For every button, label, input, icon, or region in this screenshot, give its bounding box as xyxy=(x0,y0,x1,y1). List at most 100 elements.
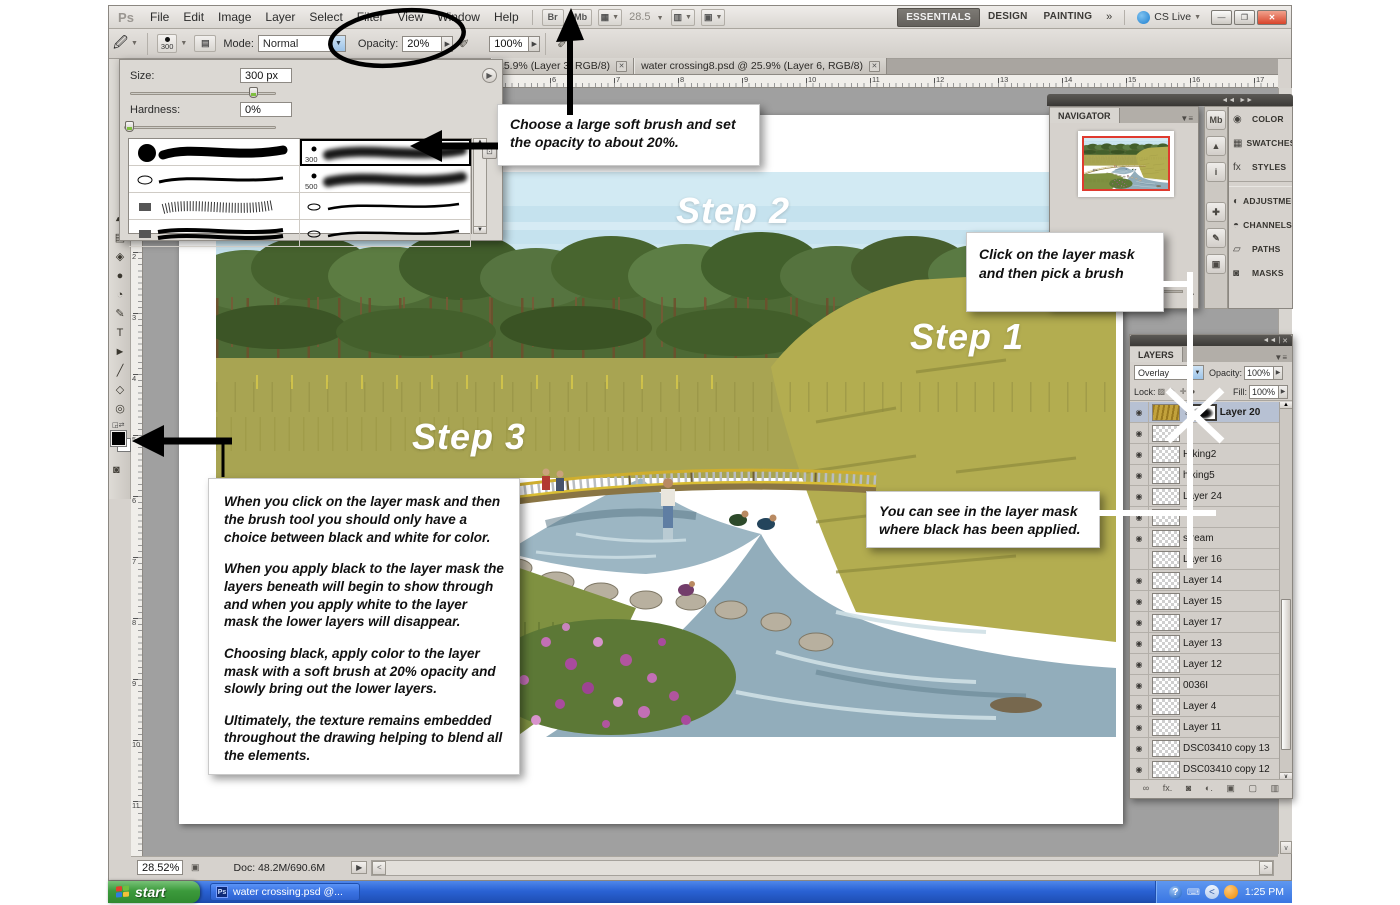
type-tool[interactable]: T xyxy=(109,323,131,342)
layer-name[interactable]: Layer 14 xyxy=(1183,575,1222,586)
hardness-slider[interactable] xyxy=(124,126,276,129)
menu-filter[interactable]: Filter xyxy=(350,7,391,27)
visibility-toggle[interactable]: ◉ xyxy=(1130,444,1149,464)
minimize-button[interactable]: — xyxy=(1211,10,1232,25)
brush-preset[interactable] xyxy=(300,193,471,220)
hardness-slider-thumb[interactable] xyxy=(125,121,134,132)
info-icon[interactable]: i xyxy=(1206,162,1226,182)
lock-all-icon[interactable]: ● xyxy=(1190,387,1195,396)
brush-preset[interactable] xyxy=(129,139,300,166)
panel-menu-icon[interactable]: ▼≡ xyxy=(1175,114,1198,123)
zoom-level-control[interactable]: 28.5 ▼ xyxy=(629,11,663,23)
layer-thumbnail[interactable] xyxy=(1152,719,1180,736)
layer-thumbnail[interactable] xyxy=(1152,572,1180,589)
visibility-toggle[interactable]: ◉ xyxy=(1130,654,1149,674)
layer-row[interactable]: ◉0036I xyxy=(1130,675,1279,696)
dodge-tool[interactable]: ◔ xyxy=(109,285,131,304)
bridge-button[interactable]: Br xyxy=(542,9,564,26)
layer-thumbnail[interactable] xyxy=(1152,446,1180,463)
layer-row[interactable]: ◉stream xyxy=(1130,528,1279,549)
layer-thumbnail[interactable] xyxy=(1152,509,1180,526)
flow-field[interactable]: 100% xyxy=(489,36,529,52)
workspace-essentials[interactable]: ESSENTIALS xyxy=(897,8,980,27)
layer-thumbnail[interactable] xyxy=(1152,635,1180,652)
tool-presets-icon[interactable]: ✚ xyxy=(1206,202,1226,222)
layer-name[interactable]: Layer 20 xyxy=(1220,407,1261,418)
layer-thumbnail[interactable] xyxy=(1152,404,1180,421)
dock-panel-swatches[interactable]: ▦SWATCHES xyxy=(1229,131,1292,155)
menu-help[interactable]: Help xyxy=(487,7,526,27)
hardness-field[interactable]: 0% xyxy=(240,102,292,117)
taskbar-item-photoshop[interactable]: Ps water crossing.psd @... xyxy=(210,883,360,901)
visibility-toggle[interactable] xyxy=(1130,549,1149,569)
flow-spinner[interactable]: ▶ xyxy=(529,36,540,52)
workspace-design[interactable]: DESIGN xyxy=(980,8,1036,27)
document-tab[interactable]: 25.9% (Layer 3, RGB/8)✕ xyxy=(491,58,634,74)
view-extras-button[interactable]: ▦▼ xyxy=(598,9,622,26)
workspace-more-button[interactable]: » xyxy=(1100,11,1118,23)
brush-presets-icon[interactable]: ✎ xyxy=(1206,228,1226,248)
scroll-down-arrow[interactable]: ▼ xyxy=(474,226,486,233)
size-slider-thumb[interactable] xyxy=(249,87,258,98)
layer-row[interactable]: ◉ Layer 24 xyxy=(1130,486,1279,507)
scroll-down-arrow[interactable]: ∨ xyxy=(1280,841,1292,854)
dock-panel-paths[interactable]: ▱PATHS xyxy=(1229,237,1292,261)
layer-name[interactable]: Layer 12 xyxy=(1183,659,1222,670)
layer-row[interactable]: ◉∞Layer 20 xyxy=(1130,402,1279,423)
brush-preset[interactable]: 300 xyxy=(300,139,471,166)
layer-row[interactable]: ◉DSC03410 copy 13 xyxy=(1130,738,1279,759)
brush-tool-icon[interactable]: 🖉 xyxy=(113,32,128,56)
layer-name[interactable]: Layer 16 xyxy=(1183,554,1222,565)
panel-menu-icon[interactable]: ▼≡ xyxy=(1269,353,1292,362)
visibility-toggle[interactable]: ◉ xyxy=(1130,633,1149,653)
layer-row[interactable]: ◉Layer 17 xyxy=(1130,612,1279,633)
layer-thumbnail[interactable] xyxy=(1152,530,1180,547)
layer-name[interactable]: Layer 24 xyxy=(1183,491,1222,502)
layer-thumbnail[interactable] xyxy=(1152,467,1180,484)
size-field[interactable]: 300 px xyxy=(240,68,292,83)
layer-row[interactable]: Layer 16 xyxy=(1130,549,1279,570)
layer-thumbnail[interactable] xyxy=(1152,551,1180,568)
close-button[interactable]: ✕ xyxy=(1257,10,1287,25)
dock-panel-styles[interactable]: fxSTYLES xyxy=(1229,155,1292,179)
panel-flyout-button[interactable]: ▶ xyxy=(482,68,497,83)
blur-tool[interactable]: ● xyxy=(109,266,131,285)
zoom-tool[interactable]: ◎ xyxy=(109,399,131,418)
dock-panel-channels[interactable]: ◓CHANNELS xyxy=(1229,213,1292,237)
lock-transparency-icon[interactable]: ▨ xyxy=(1158,387,1166,396)
layer-thumbnail[interactable] xyxy=(1152,425,1180,442)
layer-name[interactable]: hiking5 xyxy=(1183,470,1215,481)
pen-tool[interactable]: ✎ xyxy=(109,304,131,323)
lock-pixels-icon[interactable]: ✎ xyxy=(1169,387,1176,396)
visibility-toggle[interactable]: ◉ xyxy=(1130,696,1149,716)
navigator-proxy-view[interactable] xyxy=(1082,136,1170,191)
brush-preset[interactable] xyxy=(129,166,300,193)
default-colors-icon[interactable]: ◲⇄ xyxy=(112,421,124,429)
dock-panel-color[interactable]: ◉COLOR xyxy=(1229,107,1292,131)
menu-file[interactable]: File xyxy=(143,7,176,27)
layer-name[interactable]: stream xyxy=(1183,533,1214,544)
scrollbar-thumb[interactable] xyxy=(1281,599,1291,750)
visibility-toggle[interactable]: ◉ xyxy=(1130,612,1149,632)
layer-name[interactable]: DSC03410 copy 12 xyxy=(1183,764,1270,775)
visibility-toggle[interactable]: ◉ xyxy=(1130,486,1149,506)
layer-style-icon[interactable]: fx. xyxy=(1163,783,1173,793)
status-zoom-field[interactable]: 28.52% xyxy=(137,860,183,875)
add-mask-icon[interactable]: ◙ xyxy=(1186,783,1191,793)
new-layer-icon[interactable]: ▢ xyxy=(1249,783,1258,794)
layer-row[interactable]: ◉ xyxy=(1130,423,1279,444)
airbrush-tablet-icon[interactable]: ✐ xyxy=(455,35,473,53)
layer-name[interactable]: Layer 4 xyxy=(1183,701,1216,712)
layer-opacity-field[interactable]: 100% xyxy=(1244,366,1274,380)
toggle-brush-panel-button[interactable]: ▤ xyxy=(194,35,216,52)
mask-link-icon[interactable]: ∞ xyxy=(1182,409,1191,415)
lock-position-icon[interactable]: ✛ xyxy=(1180,387,1187,396)
menu-view[interactable]: View xyxy=(390,7,430,27)
layer-name[interactable]: Layer 13 xyxy=(1183,638,1222,649)
brush-preset[interactable] xyxy=(129,193,300,220)
blend-mode-select[interactable]: Normal▼ xyxy=(258,35,346,52)
layer-mask-thumbnail[interactable] xyxy=(1191,404,1217,421)
layer-thumbnail[interactable] xyxy=(1152,593,1180,610)
layer-row[interactable]: ◉ Layer 12 xyxy=(1130,654,1279,675)
visibility-toggle[interactable]: ◉ xyxy=(1130,759,1149,779)
